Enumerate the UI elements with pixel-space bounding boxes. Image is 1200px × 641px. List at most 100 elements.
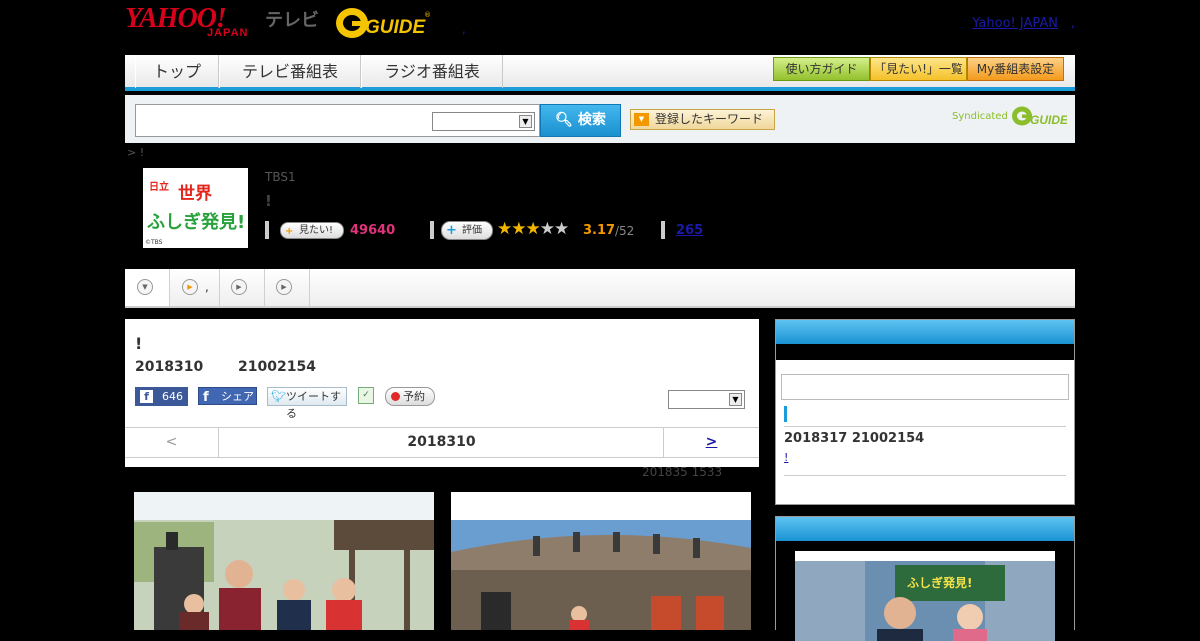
related-panel: ふしぎ発見! <box>775 516 1075 641</box>
rating-value: 3.17 <box>583 223 616 238</box>
panel-body: ふしぎ発見! <box>776 541 1074 641</box>
updated-timestamp: 201835 1533 <box>642 465 723 479</box>
triangle-down-icon: ▼ <box>634 113 649 126</box>
episode-panel: ! 2018310 21002154 f 646 f シェア 🐦︎ ツイートする… <box>125 319 759 467</box>
main-nav: トップ テレビ番組表 ラジオ番組表 使い方ガイド 「見たい!」一覧 My番組表設… <box>125 55 1075 91</box>
program-title: ! <box>265 192 272 210</box>
syndicated-gguide-mark: GUIDE <box>1012 106 1069 127</box>
channel-name: TBS1 <box>265 170 296 184</box>
like-count: 646 <box>162 390 183 403</box>
down-arrow-icon: ▼ <box>137 279 153 295</box>
tab-2[interactable]: ▶ , <box>170 269 220 306</box>
program-logo-sponsor: 日立 <box>149 180 169 193</box>
rate-label: 評価 <box>462 225 482 236</box>
guide-button[interactable]: 使い方ガイド <box>773 57 870 81</box>
tv-logo-text[interactable]: テレビ <box>265 6 319 32</box>
facebook-like-button[interactable]: f 646 <box>135 387 188 406</box>
mixi-check-icon[interactable]: ✓ <box>358 387 374 404</box>
registered-keyword-button[interactable]: ▼ 登録したキーワード <box>630 109 775 130</box>
next-broadcast-datetime: 2018317 21002154 <box>784 431 925 446</box>
rating-stars: ★★★★★ <box>497 219 569 239</box>
play-icon: ▶ <box>231 279 247 295</box>
photo-studio-hosts: ふしぎ発見! <box>795 551 1055 641</box>
facebook-share-button[interactable]: f シェア <box>198 387 257 405</box>
pager-current: 2018310 <box>407 434 476 450</box>
reserve-button[interactable]: 予約 <box>385 387 435 406</box>
program-tabs: ▼ ▶ , ▶ ▶ <box>125 269 1075 308</box>
header-dot: , <box>462 22 466 36</box>
episode-title: ! <box>135 334 143 353</box>
photo-people-at-station <box>134 492 434 630</box>
review-count-link[interactable]: 265 <box>676 223 703 238</box>
chevron-down-icon: ▼ <box>729 393 742 406</box>
play-icon: ▶ <box>276 279 292 295</box>
facebook-icon: f <box>203 390 209 405</box>
section-marker <box>784 406 787 422</box>
tab-1[interactable]: ▼ <box>125 269 170 306</box>
episode-time: 21002154 <box>238 359 316 375</box>
syndicated-label: Syndicated <box>952 111 1008 122</box>
divider <box>661 221 665 239</box>
star-empty-icon: ★ <box>539 219 555 239</box>
mitai-list-button[interactable]: 「見たい!」一覧 <box>870 57 967 81</box>
nav-tab-radio-listings[interactable]: ラジオ番組表 <box>361 55 503 88</box>
studio-sign-text: ふしぎ発見! <box>907 575 972 590</box>
search-button-label: 検索 <box>577 112 606 128</box>
program-logo-copyright: ©TBS <box>145 239 163 246</box>
star-filled-icon: ★ <box>497 219 512 239</box>
sidebar-input[interactable] <box>781 374 1069 400</box>
search-icon: 🔍︎ <box>555 112 573 128</box>
record-dot-icon <box>391 392 400 401</box>
nav-tab-top[interactable]: トップ <box>135 55 219 88</box>
plus-icon: + <box>446 223 457 238</box>
my-listing-settings-button[interactable]: My番組表設定 <box>967 57 1064 81</box>
twitter-bird-icon: 🐦︎ <box>271 389 287 403</box>
program-logo-image: 日立 世界 ふしぎ発見! ©TBS <box>143 168 248 248</box>
episode-photo-2[interactable] <box>451 492 751 630</box>
next-broadcast-link[interactable]: ! <box>784 451 788 464</box>
photo-roundhouse <box>451 492 751 630</box>
divider <box>784 475 1066 476</box>
star-filled-icon: ★ <box>511 219 526 239</box>
site-header: YAHOO! JAPAN テレビ GUIDE ® , Yahoo! JAPAN … <box>125 0 1075 55</box>
search-bar: ▼ 🔍︎ 検索 ▼ 登録したキーワード Syndicated GUIDE <box>125 95 1075 143</box>
star-filled-icon: ★ <box>525 219 541 239</box>
star-empty-icon: ★ <box>554 219 569 239</box>
episode-pager: < 2018310 > <box>125 427 759 458</box>
yahoo-japan-logo-text: JAPAN <box>207 27 249 39</box>
svg-text:GUIDE: GUIDE <box>365 17 427 38</box>
facebook-icon: f <box>140 390 153 403</box>
svg-text:GUIDE: GUIDE <box>1030 113 1067 127</box>
program-thumbnail[interactable]: 日立 世界 ふしぎ発見! ©TBS <box>143 168 248 248</box>
syndicated-gguide-logo: Syndicated GUIDE <box>952 105 1069 127</box>
divider <box>430 221 434 239</box>
tab-2-label: , <box>205 280 209 294</box>
studio-photo[interactable]: ふしぎ発見! <box>795 551 1055 641</box>
pager-prev[interactable]: < <box>125 428 219 457</box>
rate-button[interactable]: + 評価 <box>441 221 493 240</box>
plus-icon: + <box>285 226 294 237</box>
panel-header <box>776 517 1074 541</box>
divider <box>784 426 1066 427</box>
episode-date: 2018310 <box>135 359 204 375</box>
next-broadcast-panel: 2018317 21002154 ! <box>775 319 1075 505</box>
panel-header <box>776 320 1074 344</box>
pager-next[interactable]: > <box>663 428 759 457</box>
share-label: シェア <box>221 390 254 403</box>
tweet-button[interactable]: 🐦︎ ツイートする <box>267 387 347 420</box>
tab-4[interactable]: ▶ <box>265 269 310 306</box>
nav-tab-tv-listings[interactable]: テレビ番組表 <box>219 55 361 88</box>
yahoo-japan-link[interactable]: Yahoo! JAPAN <box>972 16 1058 31</box>
search-category-select[interactable]: ▼ <box>432 112 535 131</box>
episode-photo-1[interactable] <box>134 492 434 630</box>
divider <box>265 221 269 239</box>
mitai-button[interactable]: + 見たい! <box>280 222 344 239</box>
tab-3[interactable]: ▶ <box>220 269 265 306</box>
gguide-logo[interactable]: GUIDE ® <box>335 6 433 40</box>
panel-subheader <box>776 344 1074 360</box>
episode-select[interactable]: ▼ <box>668 390 745 409</box>
breadcrumb: > ! <box>127 146 145 159</box>
registered-keyword-label: 登録したキーワード <box>655 112 764 126</box>
search-button[interactable]: 🔍︎ 検索 <box>540 104 621 137</box>
svg-text:®: ® <box>424 11 431 19</box>
